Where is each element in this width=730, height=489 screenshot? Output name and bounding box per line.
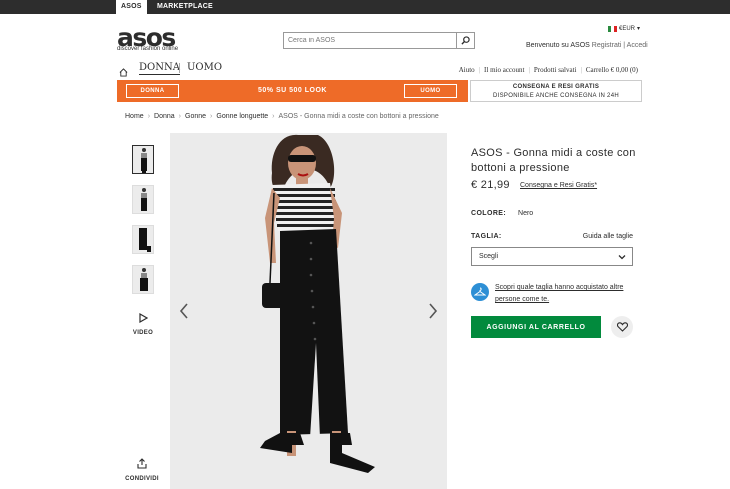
thumbnail-3[interactable] xyxy=(132,225,154,254)
currency-selector[interactable]: €EUR ▾ xyxy=(608,25,640,32)
search-box xyxy=(283,32,475,49)
prev-image-arrow-icon[interactable] xyxy=(179,303,189,319)
size-guide-link[interactable]: Guida alle taglie xyxy=(583,233,633,240)
saved-items-link[interactable]: Prodotti salvati xyxy=(530,66,581,74)
search-icon xyxy=(461,36,470,45)
model-photo xyxy=(260,134,375,473)
breadcrumb-current: ASOS - Gonna midi a coste con bottoni a … xyxy=(278,113,439,120)
cart-link[interactable]: Carrello € 0,00 (0) xyxy=(582,66,642,74)
account-link[interactable]: Il mio account xyxy=(480,66,528,74)
shipping-info-link[interactable]: Consegna e Resi Gratis* xyxy=(520,182,597,189)
chevron-down-icon xyxy=(618,255,626,260)
product-price: € 21,99 xyxy=(471,179,510,191)
thumbnail-2[interactable] xyxy=(132,185,154,214)
share-label: CONDIVIDI xyxy=(125,476,159,482)
tab-marketplace[interactable]: MARKETPLACE xyxy=(152,0,218,14)
main-nav: DONNA UOMO Aiuto | Il mio account | Prodot… xyxy=(117,60,642,77)
size-select-value: Scegli xyxy=(479,253,499,260)
fit-assistant-text[interactable]: Scopri quale taglia hanno acquistato alt… xyxy=(495,282,641,306)
shipping-line1: CONSEGNA E RESI GRATIS xyxy=(512,84,600,90)
play-icon xyxy=(139,312,149,324)
search-input[interactable] xyxy=(284,33,456,48)
thumbnail-4[interactable] xyxy=(132,265,154,294)
save-for-later-button[interactable] xyxy=(611,316,633,338)
nav-uomo[interactable]: UOMO xyxy=(187,62,222,74)
nav-divider xyxy=(179,63,180,73)
color-value: Nero xyxy=(518,210,534,217)
auth-links[interactable]: Registrati | Accedi xyxy=(592,42,648,49)
share-button[interactable]: CONDIVIDI xyxy=(120,456,164,482)
video-label: VIDEO xyxy=(132,330,154,336)
color-row: COLORE: Nero xyxy=(471,210,533,217)
breadcrumb-gonne[interactable]: Gonne xyxy=(185,113,206,120)
fit-assistant-icon xyxy=(471,283,489,301)
video-button[interactable]: VIDEO xyxy=(132,310,154,336)
shipping-banner[interactable]: CONSEGNA E RESI GRATIS DISPONIBILE ANCHE… xyxy=(470,80,642,102)
shipping-line2: DISPONIBILE ANCHE CONSEGNA IN 24H xyxy=(493,93,619,99)
breadcrumb-donna[interactable]: Donna xyxy=(154,113,175,120)
promo-donna-button[interactable]: DONNA xyxy=(126,84,179,98)
product-title: ASOS - Gonna midi a coste con bottoni a … xyxy=(471,147,636,174)
currency-label: €EUR xyxy=(619,25,636,32)
logo-tagline: discover fashion online xyxy=(117,46,179,52)
add-to-cart-button[interactable]: AGGIUNGI AL CARRELLO xyxy=(471,316,601,338)
size-label: TAGLIA: xyxy=(471,233,502,240)
top-bar: ASOS MARKETPLACE xyxy=(0,0,730,14)
welcome-area: Benvenuto su ASOS Registrati | Accedi xyxy=(526,42,648,49)
account-links: Aiuto | Il mio account | Prodotti salvati |… xyxy=(455,66,642,74)
search-button[interactable] xyxy=(456,33,474,48)
chevron-down-icon: ▾ xyxy=(637,26,641,32)
breadcrumb-gonne-longuette[interactable]: Gonne longuette xyxy=(216,113,268,120)
next-image-arrow-icon[interactable] xyxy=(428,303,438,319)
welcome-text: Benvenuto su ASOS xyxy=(526,42,590,49)
promo-uomo-button[interactable]: UOMO xyxy=(404,84,457,98)
promo-banner: 50% SU 500 LOOK DONNA UOMO xyxy=(117,80,468,102)
breadcrumb-home[interactable]: Home xyxy=(125,113,144,120)
size-row: TAGLIA: Guida alle taglie xyxy=(471,233,633,240)
color-label: COLORE: xyxy=(471,210,507,217)
share-icon xyxy=(137,458,147,469)
help-link[interactable]: Aiuto xyxy=(455,66,479,74)
heart-icon xyxy=(616,322,628,332)
tab-asos[interactable]: ASOS xyxy=(116,0,147,14)
nav-donna[interactable]: DONNA xyxy=(139,62,180,75)
size-select[interactable]: Scegli xyxy=(471,247,633,266)
italy-flag-icon xyxy=(608,25,617,32)
thumbnail-1[interactable] xyxy=(132,145,154,174)
product-main-image[interactable] xyxy=(170,133,447,489)
breadcrumb: Home › Donna › Gonne › Gonne longuette › ASO… xyxy=(125,113,439,120)
